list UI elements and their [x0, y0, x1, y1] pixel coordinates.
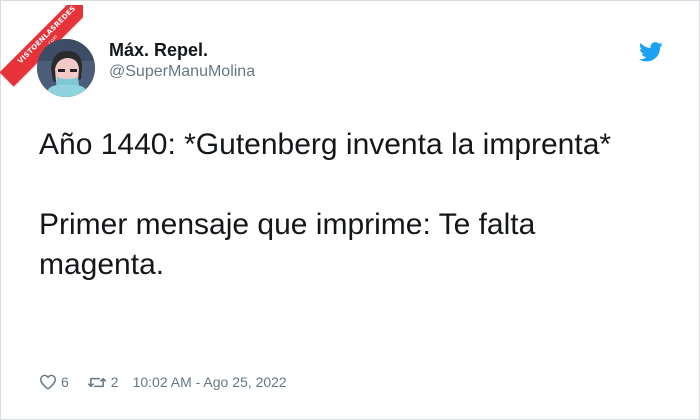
retweet-count: 2: [110, 374, 119, 390]
avatar[interactable]: [37, 39, 95, 97]
author-name[interactable]: Máx. Repel.: [109, 40, 208, 61]
avatar-illustration: [37, 39, 95, 97]
retweet-action[interactable]: 2: [87, 374, 119, 390]
twitter-bird-icon[interactable]: [639, 42, 663, 62]
tweet-text: Año 1440: *Gutenberg inventa la imprenta…: [39, 128, 612, 281]
retweet-icon: [87, 377, 107, 387]
heart-icon: [40, 374, 56, 390]
tweet-card: VISTOENLASREDES .com Máx. Repel. @SuperM…: [0, 0, 700, 420]
like-action[interactable]: 6: [39, 374, 69, 390]
tweet-timestamp[interactable]: 10:02 AM - Ago 25, 2022: [133, 374, 287, 390]
like-count: 6: [61, 374, 69, 390]
tweet-meta: 6 2 10:02 AM - Ago 25, 2022: [39, 372, 287, 392]
author-handle[interactable]: @SuperManuMolina: [109, 63, 255, 81]
